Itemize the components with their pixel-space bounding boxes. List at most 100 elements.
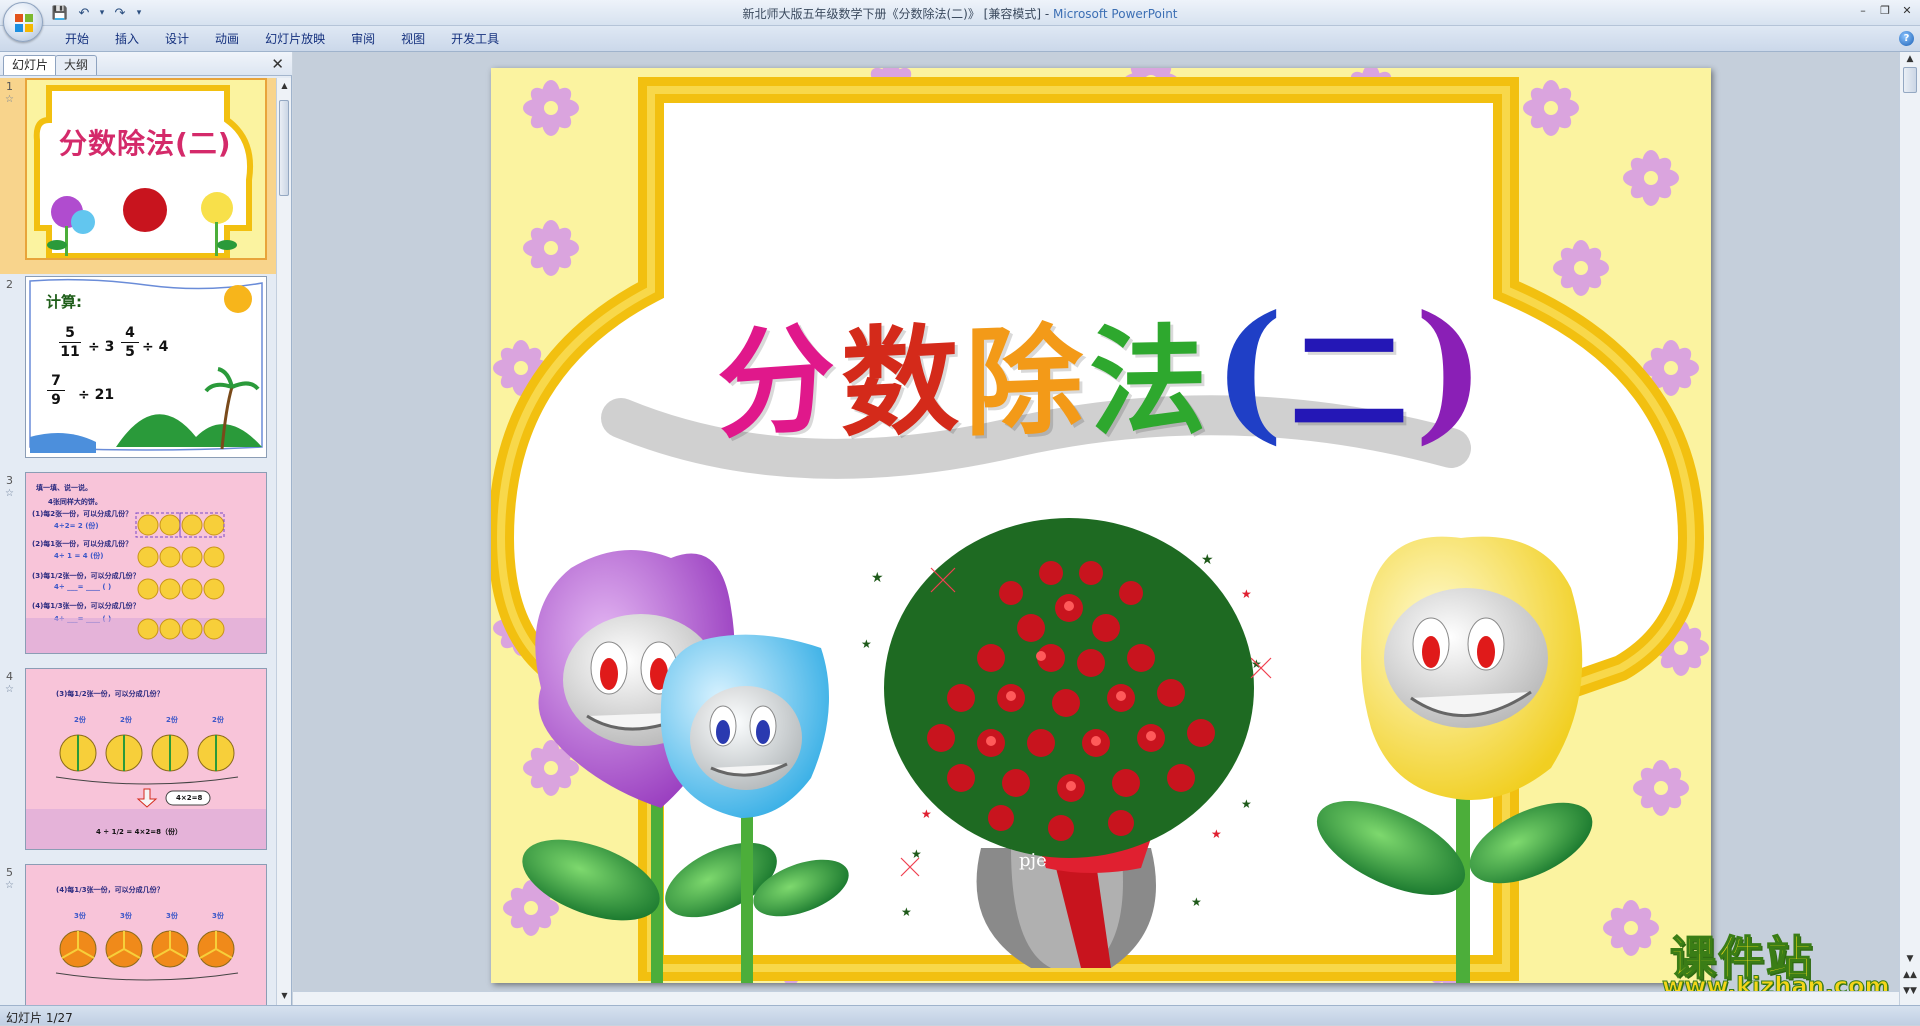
horizontal-scrollbar[interactable] <box>293 991 1899 1005</box>
operator: ÷ 3 <box>88 339 115 355</box>
svg-text:★: ★ <box>921 807 932 821</box>
ribbon: 开始 插入 设计 动画 幻灯片放映 审阅 视图 开发工具 ? <box>0 26 1920 52</box>
watermark-logo: 课件站 www.kjzhan.com <box>1661 922 1894 1002</box>
animation-star-icon: ☆ <box>5 880 14 891</box>
scroll-thumb[interactable] <box>1903 67 1917 93</box>
svg-text:★: ★ <box>1241 587 1252 601</box>
thumbnail-preview: 计算: 5 11 ÷ 3 4 5 ÷ 4 7 9 ÷ 21 <box>25 276 267 458</box>
scroll-up-icon[interactable]: ▲ <box>1902 52 1918 66</box>
slides-pane: 幻灯片 大纲 ✕ 1 ☆ 分数除法(二) 2 计算: 5 11 ÷ 3 4 5 … <box>0 52 292 1005</box>
title-char: 数 <box>840 308 959 454</box>
tab-review[interactable]: 审阅 <box>338 30 388 49</box>
thumb-text: 4×2=8 <box>176 794 203 802</box>
title-char: ) <box>1414 283 1486 459</box>
animation-star-icon: ☆ <box>5 488 14 499</box>
svg-text:★: ★ <box>1211 827 1222 841</box>
thumbnail-number: 5 <box>6 866 13 879</box>
thumbnail-1-title: 分数除法(二) <box>59 127 232 160</box>
slide-1-graphic: ★★ ★★ ★★ ★★ ★★★ <box>491 68 1709 983</box>
tab-animations[interactable]: 动画 <box>202 30 252 49</box>
close-icon[interactable]: ✕ <box>1896 2 1918 18</box>
scroll-down-icon[interactable]: ▼ <box>277 988 292 1003</box>
thumbnail-2-label: 计算: <box>46 293 82 311</box>
slide-scrollbar[interactable]: ▲ ▼ ▲▲ ▼▼ <box>1899 52 1920 1005</box>
tab-view[interactable]: 视图 <box>388 30 438 49</box>
fraction-bar <box>59 342 81 343</box>
fraction-denominator: 9 <box>51 392 61 408</box>
thumb-text: 2份 <box>120 716 132 724</box>
title-char: 除 <box>965 309 1084 453</box>
fraction-bar <box>47 390 65 391</box>
title-bar: 💾 ↶ ▾ ↷ ▾ 新北师大版五年级数学下册《分数除法(二)》 [兼容模式] -… <box>0 0 1920 26</box>
thumbnail-4-graphic <box>26 734 266 849</box>
operator: ÷ 21 <box>78 387 115 403</box>
close-pane-icon[interactable]: ✕ <box>271 55 284 73</box>
svg-text:★: ★ <box>871 570 884 586</box>
restore-icon[interactable]: ❐ <box>1874 2 1896 18</box>
thumb-text: 4 ÷ 1/2 = 4×2=8（份） <box>96 828 182 836</box>
scroll-down-icon[interactable]: ▼ <box>1902 952 1918 966</box>
tab-developer[interactable]: 开发工具 <box>438 30 512 49</box>
title-char: 法 <box>1089 310 1208 452</box>
next-slide-icon[interactable]: ▼▼ <box>1902 984 1918 998</box>
thumbnail-preview: 分数除法(二) <box>25 78 267 260</box>
previous-slide-icon[interactable]: ▲▲ <box>1902 968 1918 982</box>
slide-thumbnail-2[interactable]: 2 计算: 5 11 ÷ 3 4 5 ÷ 4 7 9 ÷ 21 <box>0 276 276 472</box>
thumbnail-preview: (3)每1/2张一份，可以分成几份？ 2份 2份 2份 2份 4×2=8 4 ÷… <box>25 668 267 850</box>
tab-home[interactable]: 开始 <box>52 30 102 49</box>
title-char: ( <box>1213 283 1285 459</box>
animation-star-icon: ☆ <box>5 94 14 105</box>
slide-thumbnail-list: 1 ☆ 分数除法(二) 2 计算: 5 11 ÷ 3 4 5 ÷ 4 7 9 ÷… <box>0 78 276 1005</box>
svg-text:★: ★ <box>861 637 872 651</box>
slide-thumbnail-1[interactable]: 1 ☆ 分数除法(二) <box>0 78 276 274</box>
thumbnail-number: 4 <box>6 670 13 683</box>
office-button[interactable] <box>3 2 43 42</box>
title-char: 二 <box>1290 311 1409 451</box>
slide-counter: 幻灯片 1/27 <box>6 1011 73 1025</box>
tab-design[interactable]: 设计 <box>152 30 202 49</box>
slide-thumbnail-5[interactable]: 5 ☆ (4)每1/3张一份，可以分成几份？ 3份 3份 3份 3份 <box>0 864 276 1005</box>
thumb-text: 2份 <box>212 716 224 724</box>
thumbnail-number: 1 <box>6 80 13 93</box>
current-slide[interactable]: ★★ ★★ ★★ ★★ ★★★ <box>491 68 1711 983</box>
document-title: 新北师大版五年级数学下册《分数除法(二)》 [兼容模式] - <box>742 7 1053 21</box>
scroll-up-icon[interactable]: ▲ <box>277 78 292 93</box>
thumbnail-preview: (4)每1/3张一份，可以分成几份？ 3份 3份 3份 3份 <box>25 864 267 1005</box>
thumbnail-number: 2 <box>6 278 13 291</box>
thumbnail-3-graphic <box>26 512 266 653</box>
tab-insert[interactable]: 插入 <box>102 30 152 49</box>
pane-tabs: 幻灯片 大纲 ✕ <box>0 52 292 76</box>
tab-outline[interactable]: 大纲 <box>55 55 98 75</box>
fraction-denominator: 5 <box>125 344 135 360</box>
thumbnail-5-graphic <box>55 930 239 981</box>
tab-slides[interactable]: 幻灯片 <box>3 55 58 75</box>
window-controls: – ❐ ✕ <box>1852 2 1918 18</box>
slide-thumbnail-4[interactable]: 4 ☆ (3)每1/2张一份，可以分成几份？ 2份 2份 2份 2份 4×2=8… <box>0 668 276 864</box>
help-icon[interactable]: ? <box>1899 31 1914 46</box>
status-bar: 幻灯片 1/27 <box>0 1005 1920 1025</box>
slide-title[interactable]: 分 数 除 法 ( 二 ) <box>691 283 1511 459</box>
slide-editor: ★★ ★★ ★★ ★★ ★★★ <box>293 52 1899 1005</box>
title-char: 分 <box>716 307 835 455</box>
fraction: 4 5 <box>118 325 142 360</box>
application-name: Microsoft PowerPoint <box>1053 7 1178 21</box>
scroll-thumb[interactable] <box>279 100 289 196</box>
thumb-text: 2份 <box>74 716 86 724</box>
minimize-icon[interactable]: – <box>1852 2 1874 18</box>
svg-text:★: ★ <box>1201 552 1214 568</box>
fraction-numerator: 7 <box>51 373 61 389</box>
window-title: 新北师大版五年级数学下册《分数除法(二)》 [兼容模式] - Microsoft… <box>0 5 1920 22</box>
thumbnail-scrollbar[interactable]: ▲ ▼ <box>276 78 291 1005</box>
fraction-bar <box>121 342 139 343</box>
slide-thumbnail-3[interactable]: 3 ☆ 填一填、说一说。 4张同样大的饼。 (1)每2张一份，可以分成几份？ 4… <box>0 472 276 668</box>
tab-slide-show[interactable]: 幻灯片放映 <box>252 30 338 49</box>
animation-star-icon: ☆ <box>5 684 14 695</box>
office-logo-icon <box>15 14 33 32</box>
fraction: 7 9 <box>44 373 68 408</box>
thumbnail-number: 3 <box>6 474 13 487</box>
svg-text:★: ★ <box>1241 797 1252 811</box>
ribbon-tabs: 开始 插入 设计 动画 幻灯片放映 审阅 视图 开发工具 <box>52 30 512 49</box>
svg-text:★: ★ <box>901 905 912 919</box>
svg-text:★: ★ <box>911 847 922 861</box>
thumb-text: 2份 <box>166 716 178 724</box>
